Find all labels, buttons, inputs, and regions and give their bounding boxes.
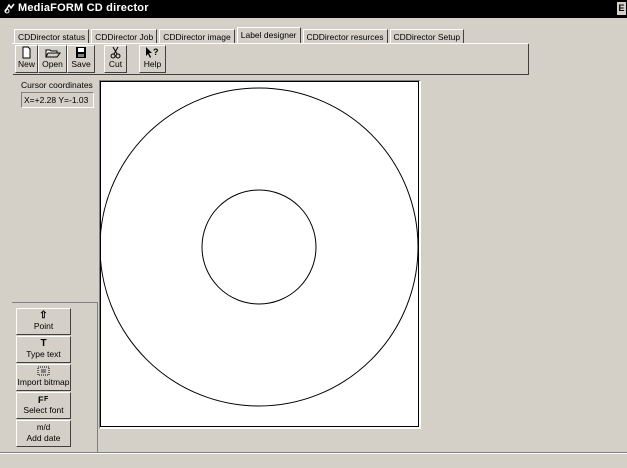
tab-cddirector-image[interactable]: CDDirector image: [159, 29, 235, 44]
cut-button[interactable]: Cut: [104, 45, 127, 73]
tab-cddirector-status[interactable]: CDDirector status: [14, 29, 90, 44]
select-font-tool-button[interactable]: F F Select font: [16, 392, 71, 419]
window-title: MediaFORM CD director: [18, 2, 149, 14]
tab-cddirector-resurces[interactable]: CDDirector resurces: [302, 29, 388, 44]
type-text-tool-button[interactable]: T Type text: [16, 336, 71, 363]
cut-label: Cut: [108, 59, 123, 69]
title-bar: MediaFORM CD director E: [0, 0, 627, 18]
select-font-label: Select font: [23, 405, 64, 415]
svg-text:?: ?: [153, 47, 159, 57]
import-bitmap-label: Import bitmap: [17, 377, 70, 387]
open-button[interactable]: Open: [38, 45, 67, 73]
status-separator-highlight: [0, 453, 627, 454]
cd-label-drawing: [99, 81, 419, 427]
tab-cddirector-setup[interactable]: CDDirector Setup: [389, 29, 465, 44]
open-folder-icon: [45, 49, 61, 58]
cursor-coordinates-label: Cursor coordinates: [21, 80, 93, 90]
add-date-tool-button[interactable]: m/d Add date: [16, 420, 71, 447]
tab-cddirector-job[interactable]: CDDirector Job: [91, 29, 158, 44]
save-button[interactable]: Save: [67, 45, 95, 73]
tab-strip: CDDirector status CDDirector Job CDDirec…: [14, 27, 466, 44]
new-button[interactable]: New: [15, 45, 38, 73]
window-control-button[interactable]: E: [617, 2, 626, 15]
help-label: Help: [143, 59, 162, 69]
label-canvas[interactable]: [99, 80, 421, 429]
type-text-label: Type text: [26, 349, 61, 359]
text-t-icon: T: [40, 338, 47, 349]
bitmap-icon: [37, 366, 50, 376]
svg-text:F: F: [44, 396, 49, 403]
cursor-coordinates-readout: X=+2.28 Y=-1.03: [21, 92, 94, 108]
point-label: Point: [33, 321, 54, 331]
font-icon: F F: [38, 395, 49, 405]
open-label: Open: [42, 59, 63, 69]
toolbar: New Open Save Cut ? Help: [13, 44, 529, 75]
date-icon: m/d: [36, 423, 51, 432]
tab-label-designer[interactable]: Label designer: [236, 27, 301, 43]
up-arrow-icon: ⇧: [39, 310, 48, 321]
cd-inner-circle: [201, 189, 317, 305]
import-bitmap-tool-button[interactable]: Import bitmap: [16, 364, 71, 391]
app-icon: [3, 2, 16, 15]
scissors-icon: [110, 46, 121, 59]
floppy-disk-icon: [76, 47, 86, 58]
cd-outer-circle: [99, 87, 419, 407]
add-date-label: Add date: [26, 433, 61, 443]
save-label: Save: [71, 59, 91, 69]
help-pointer-icon: ?: [146, 47, 159, 58]
new-label: New: [17, 59, 35, 69]
new-document-icon: [22, 46, 31, 59]
help-button[interactable]: ? Help: [139, 45, 166, 73]
point-tool-button[interactable]: ⇧ Point: [16, 308, 71, 335]
